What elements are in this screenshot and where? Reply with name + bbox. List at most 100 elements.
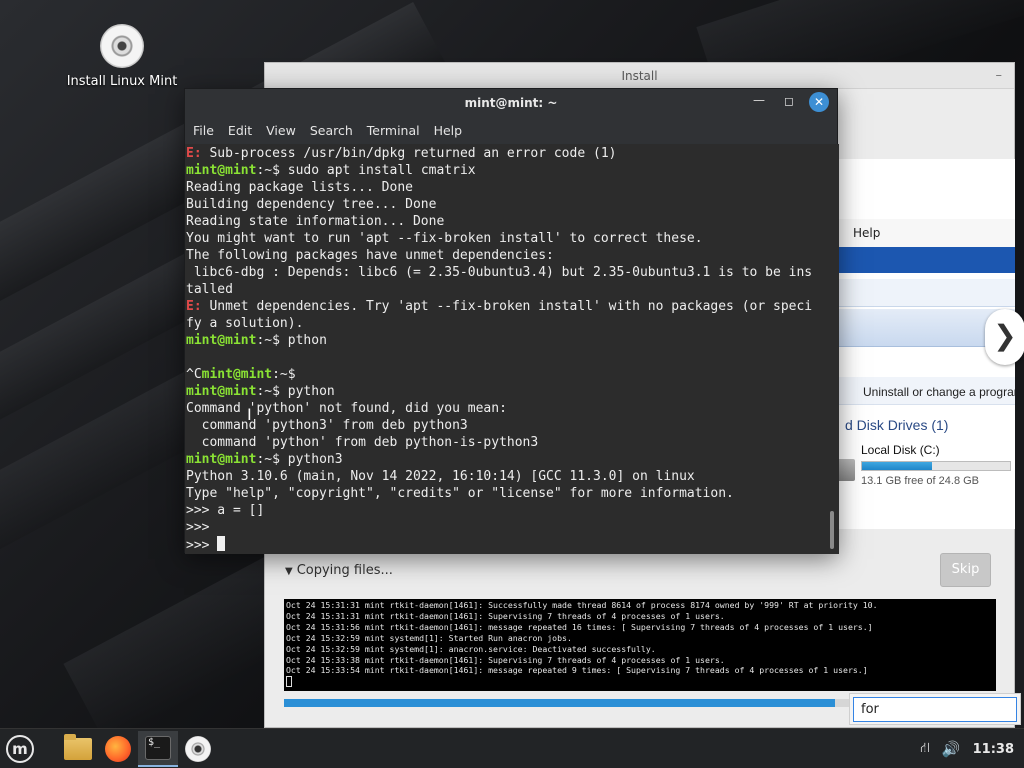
hard-disk-icon	[839, 459, 855, 481]
skip-button[interactable]: Skip	[940, 553, 991, 587]
search-input[interactable]	[853, 697, 1017, 722]
menu-view[interactable]: View	[266, 123, 296, 138]
disc-icon	[100, 24, 144, 68]
maximize-button[interactable]: ◻	[780, 94, 798, 108]
terminal-cursor	[217, 536, 226, 551]
slideshow-header-bar	[839, 247, 1015, 273]
terminal-line: command 'python3' from deb python3	[185, 417, 839, 434]
slideshow-disk-name: Local Disk (C:)	[861, 443, 940, 457]
terminal-line: Command 'python' not found, did you mean…	[185, 400, 839, 417]
terminal-text: :~$	[272, 367, 296, 382]
terminal-task-button[interactable]: $_	[138, 731, 178, 767]
installer-task-button[interactable]	[180, 733, 216, 765]
install-progress-fill	[284, 699, 835, 707]
terminal-text: Sub-process /usr/bin/dpkg returned an er…	[209, 146, 617, 161]
firefox-icon	[105, 736, 131, 762]
terminal-text: Unmet dependencies. Try 'apt --fix-broke…	[209, 299, 813, 314]
log-cursor	[286, 676, 292, 688]
text-cursor-icon: I	[247, 405, 252, 424]
terminal-titlebar[interactable]: mint@mint: ~ — ◻ ✕	[185, 89, 837, 117]
terminal-text: Type "help", "copyright", "credits" or "…	[186, 486, 734, 501]
slideshow-help-menu: Help	[853, 226, 881, 240]
prompt-user: mint@mint	[186, 333, 257, 348]
search-popup	[849, 693, 1021, 725]
installer-titlebar[interactable]: Install –	[265, 63, 1014, 89]
network-icon[interactable]: ⛙	[920, 740, 930, 758]
terminal-line: >>>	[185, 536, 839, 553]
menu-search[interactable]: Search	[310, 123, 353, 138]
slideshow-panel	[839, 279, 1015, 307]
log-line: Oct 24 15:31:56 mint rtkit-daemon[1461]:…	[286, 621, 873, 632]
terminal-text: libc6-dbg : Depends: libc6 (= 2.35-0ubun…	[186, 265, 813, 280]
terminal-text: talled	[186, 282, 233, 297]
taskbar: m $_ ⛙ 🔊 11:38	[0, 728, 1024, 768]
desktop-icon-install-linux-mint[interactable]: Install Linux Mint	[62, 24, 182, 89]
clock[interactable]: 11:38	[973, 742, 1014, 757]
log-line: Oct 24 15:32:59 mint systemd[1]: anacron…	[286, 643, 656, 654]
terminal-text: :~$ pthon	[256, 333, 327, 348]
prompt-user: mint@mint	[186, 384, 257, 399]
terminal-text: Python 3.10.6 (main, Nov 14 2022, 16:10:…	[186, 469, 695, 484]
log-line: Oct 24 15:33:54 mint rtkit-daemon[1461]:…	[286, 665, 868, 676]
terminal-text: Reading package lists... Done	[186, 180, 413, 195]
terminal-line: >>>	[185, 519, 839, 536]
terminal-line: Python 3.10.6 (main, Nov 14 2022, 16:10:…	[185, 468, 839, 485]
terminal-line: command 'python' from deb python-is-pyth…	[185, 434, 839, 451]
terminal-line: mint@mint:~$ pthon	[185, 332, 839, 349]
terminal-text: :~$ python	[256, 384, 335, 399]
install-log: Oct 24 15:31:31 mint rtkit-daemon[1461]:…	[284, 599, 996, 691]
slideshow-drives-heading: d Disk Drives (1)	[845, 417, 949, 433]
terminal-text: Reading state information... Done	[186, 214, 445, 229]
volume-icon[interactable]: 🔊	[942, 740, 961, 758]
folder-icon	[64, 734, 92, 760]
terminal-line: E: Sub-process /usr/bin/dpkg returned an…	[185, 145, 839, 162]
terminal-line: mint@mint:~$ python3	[185, 451, 839, 468]
log-line: Oct 24 15:31:31 mint rtkit-daemon[1461]:…	[286, 600, 878, 610]
menu-terminal[interactable]: Terminal	[367, 123, 420, 138]
terminal-line: Type "help", "copyright", "credits" or "…	[185, 485, 839, 502]
installer-minimize-button[interactable]: –	[996, 68, 1003, 83]
terminal-line: Reading package lists... Done	[185, 179, 839, 196]
terminal-text: fy a solution).	[186, 316, 304, 331]
chevron-down-icon: ▼	[285, 566, 293, 577]
error-prefix: E:	[186, 299, 210, 314]
firefox-launcher[interactable]	[100, 733, 136, 765]
files-launcher[interactable]	[60, 733, 96, 765]
terminal-text: ^C	[186, 367, 202, 382]
terminal-text: >>>	[186, 538, 218, 553]
terminal-text: >>>	[186, 520, 210, 535]
terminal-text: Command 'python' not found, did you mean…	[186, 401, 507, 416]
installer-title: Install	[621, 69, 658, 83]
menu-file[interactable]: File	[193, 123, 214, 138]
terminal-text: :~$ sudo apt install cmatrix	[256, 163, 476, 178]
terminal-output[interactable]: E: Sub-process /usr/bin/dpkg returned an…	[185, 144, 839, 554]
terminal-line: You might want to run 'apt --fix-broken …	[185, 230, 839, 247]
menu-button[interactable]: m	[2, 733, 38, 765]
prompt-user: mint@mint	[186, 163, 257, 178]
install-progress-bar	[284, 699, 852, 707]
minimize-button[interactable]: —	[750, 93, 768, 107]
slideshow-disk-usage-bar	[861, 461, 1011, 471]
menu-help[interactable]: Help	[434, 123, 463, 138]
terminal-text: >>> a = []	[186, 503, 265, 518]
terminal-line: fy a solution).	[185, 315, 839, 332]
error-prefix: E:	[186, 146, 210, 161]
disk-usage-fill	[862, 462, 932, 470]
terminal-line: mint@mint:~$ python	[185, 383, 839, 400]
copying-files-expander[interactable]: ▼ Copying files...	[285, 563, 393, 578]
system-tray: ⛙ 🔊 11:38	[908, 729, 1014, 768]
terminal-line: libc6-dbg : Depends: libc6 (= 2.35-0ubun…	[185, 264, 839, 281]
slideshow-next-button[interactable]: ❯	[985, 309, 1024, 365]
terminal-text: Building dependency tree... Done	[186, 197, 437, 212]
terminal-text: command 'python3' from deb python3	[186, 418, 468, 433]
terminal-line: ^Cmint@mint:~$	[185, 366, 839, 383]
terminal-text: :~$ python3	[256, 452, 343, 467]
terminal-title: mint@mint: ~	[464, 96, 558, 110]
terminal-scrollbar[interactable]	[830, 511, 834, 549]
terminal-line: Building dependency tree... Done	[185, 196, 839, 213]
log-line: Oct 24 15:32:59 mint systemd[1]: Started…	[286, 632, 572, 643]
menu-edit[interactable]: Edit	[228, 123, 252, 138]
close-button[interactable]: ✕	[809, 92, 829, 112]
terminal-text: You might want to run 'apt --fix-broken …	[186, 231, 703, 246]
